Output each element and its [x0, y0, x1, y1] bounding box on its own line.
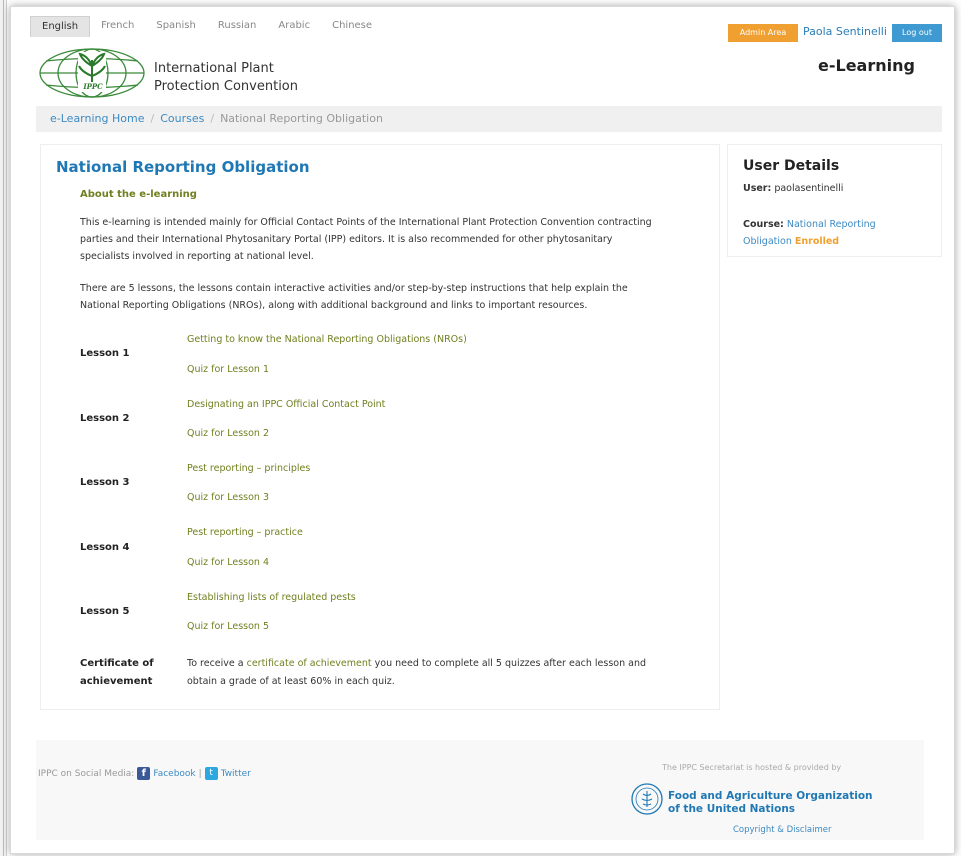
fao-logo-icon[interactable]: [631, 783, 663, 815]
breadcrumb-separator: /: [210, 112, 215, 125]
twitter-icon[interactable]: t: [204, 767, 218, 780]
ippc-logo[interactable]: IPPC: [38, 46, 146, 100]
lang-russian[interactable]: Russian: [207, 16, 268, 36]
breadcrumb-separator: /: [150, 112, 155, 125]
lesson-3-link[interactable]: Pest reporting – principles: [187, 463, 310, 474]
quiz-1-link[interactable]: Quiz for Lesson 1: [187, 364, 269, 375]
quiz-5-link[interactable]: Quiz for Lesson 5: [187, 621, 269, 632]
lesson-2-link[interactable]: Designating an IPPC Official Contact Poi…: [187, 399, 385, 410]
lessons-paragraph: There are 5 lessons, the lessons contain…: [80, 283, 628, 311]
breadcrumb-home[interactable]: e-Learning Home: [50, 112, 144, 125]
breadcrumb: e-Learning Home / Courses / National Reporti…: [36, 106, 942, 132]
course-link[interactable]: National Reporting: [787, 219, 876, 230]
user-details-title: User Details: [743, 158, 840, 174]
certificate-text: To receive a certificate of achievement …: [187, 658, 647, 687]
page-title: National Reporting Obligation: [56, 158, 310, 176]
lesson-1-label: Lesson 1: [80, 348, 130, 359]
twitter-link[interactable]: Twitter: [221, 769, 251, 779]
certificate-label: Certificate of achievement: [80, 658, 154, 687]
social-media-links: IPPC on Social Media: f Facebook | t Twi…: [38, 767, 251, 780]
admin-area-button[interactable]: Admin Area: [728, 24, 798, 42]
quiz-3-link[interactable]: Quiz for Lesson 3: [187, 492, 269, 503]
user-name-link[interactable]: Paola Sentinelli: [803, 25, 887, 38]
lang-english[interactable]: English: [30, 16, 91, 37]
facebook-icon[interactable]: f: [137, 767, 151, 780]
language-tabs: English French Spanish Russian Arabic Ch…: [30, 16, 383, 37]
certificate-link[interactable]: certificate of achievement: [247, 658, 372, 669]
lesson-1-link[interactable]: Getting to know the National Reporting O…: [187, 334, 467, 345]
intro-paragraph: This e-learning is intended mainly for O…: [80, 217, 652, 262]
course-detail-row: Course: National Reporting Obligation En…: [743, 219, 876, 247]
org-name: International Plant Protection Conventio…: [154, 61, 299, 94]
enrollment-status: Enrolled: [794, 236, 840, 247]
username-value: paolasentinelli: [774, 183, 844, 194]
course-link-continued[interactable]: Obligation: [743, 236, 792, 247]
hosted-by-text: The IPPC Secretariat is hosted & provide…: [662, 763, 842, 772]
lesson-2-label: Lesson 2: [80, 413, 130, 424]
logout-button[interactable]: Log out: [892, 24, 942, 42]
site-title: e-Learning: [818, 56, 915, 75]
breadcrumb-current: National Reporting Obligation: [220, 112, 383, 125]
about-heading: About the e-learning: [80, 189, 197, 200]
lesson-4-link[interactable]: Pest reporting – practice: [187, 527, 303, 538]
lang-french[interactable]: French: [90, 16, 145, 36]
lesson-5-link[interactable]: Establishing lists of regulated pests: [187, 592, 356, 603]
lang-chinese[interactable]: Chinese: [321, 16, 383, 36]
lang-arabic[interactable]: Arabic: [267, 16, 321, 36]
lesson-5-label: Lesson 5: [80, 606, 130, 617]
quiz-2-link[interactable]: Quiz for Lesson 2: [187, 428, 269, 439]
copyright-link[interactable]: Copyright & Disclaimer: [733, 825, 832, 835]
breadcrumb-courses[interactable]: Courses: [160, 112, 204, 125]
lang-spanish[interactable]: Spanish: [145, 16, 207, 36]
ippc-logo-text: IPPC: [82, 82, 103, 91]
window-left-line: [3, 0, 4, 856]
lesson-4-label: Lesson 4: [80, 542, 130, 553]
facebook-link[interactable]: Facebook: [153, 769, 195, 779]
fao-name[interactable]: Food and Agriculture Organization of the…: [668, 790, 873, 816]
lesson-3-label: Lesson 3: [80, 477, 130, 488]
user-detail-row: User: paolasentinelli: [743, 183, 844, 194]
quiz-4-link[interactable]: Quiz for Lesson 4: [187, 557, 269, 568]
